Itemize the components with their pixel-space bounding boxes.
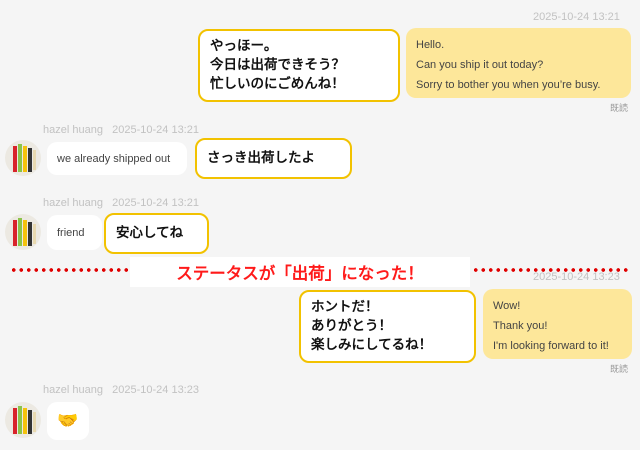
message-text: we already shipped out bbox=[57, 152, 171, 165]
user-message-bubble: Wow! Thank you! I'm looking forward to i… bbox=[483, 289, 632, 359]
avatar-icon bbox=[13, 144, 36, 172]
sender-meta: hazel huang 2025-10-24 13:21 bbox=[43, 197, 199, 209]
translation-callout: さっき出荷したよ bbox=[195, 138, 352, 179]
message-line: I'm looking forward to it! bbox=[493, 340, 609, 352]
message-line: Can you ship it out today? bbox=[416, 59, 544, 71]
message-line: Thank you! bbox=[493, 320, 548, 332]
avatar-icon bbox=[13, 218, 36, 246]
avatar[interactable] bbox=[5, 214, 41, 250]
handshake-icon: 🤝 bbox=[57, 411, 79, 430]
divider-dots bbox=[10, 268, 128, 272]
sender-meta: hazel huang 2025-10-24 13:21 bbox=[43, 124, 199, 136]
avatar[interactable] bbox=[5, 402, 41, 438]
message-line: Sorry to bother you when you’re busy. bbox=[416, 79, 601, 91]
translation-callout: 安心してね bbox=[104, 213, 209, 254]
sender-name: hazel huang bbox=[43, 197, 103, 209]
read-receipt: 既読 bbox=[610, 104, 629, 114]
message-line: Wow! bbox=[493, 300, 521, 312]
message-line: Hello. bbox=[416, 39, 445, 51]
message-timestamp: 2025-10-24 13:21 bbox=[533, 11, 620, 23]
message-timestamp: 2025-10-24 13:23 bbox=[112, 384, 199, 396]
avatar-icon bbox=[13, 406, 36, 434]
read-receipt: 既読 bbox=[610, 365, 629, 375]
status-banner: ステータスが「出荷」になった！ bbox=[130, 257, 470, 287]
message-timestamp: 2025-10-24 13:21 bbox=[112, 124, 199, 136]
sender-name: hazel huang bbox=[43, 384, 103, 396]
incoming-message-bubble: friend bbox=[47, 215, 102, 250]
incoming-message-bubble: 🤝 bbox=[47, 402, 89, 440]
message-timestamp: 2025-10-24 13:23 bbox=[533, 271, 620, 283]
user-message-bubble: Hello. Can you ship it out today? Sorry … bbox=[406, 28, 631, 98]
message-timestamp: 2025-10-24 13:21 bbox=[112, 197, 199, 209]
message-text: friend bbox=[57, 226, 85, 239]
translation-callout: ホントだ！ ありがとう！ 楽しみにしてるね！ bbox=[299, 290, 476, 363]
avatar[interactable] bbox=[5, 140, 41, 176]
incoming-message-bubble: we already shipped out bbox=[47, 142, 187, 175]
translation-callout: やっほー。 今日は出荷できそう？ 忙しいのにごめんね！ bbox=[198, 29, 400, 102]
sender-meta: hazel huang 2025-10-24 13:23 bbox=[43, 384, 199, 396]
sender-name: hazel huang bbox=[43, 124, 103, 136]
